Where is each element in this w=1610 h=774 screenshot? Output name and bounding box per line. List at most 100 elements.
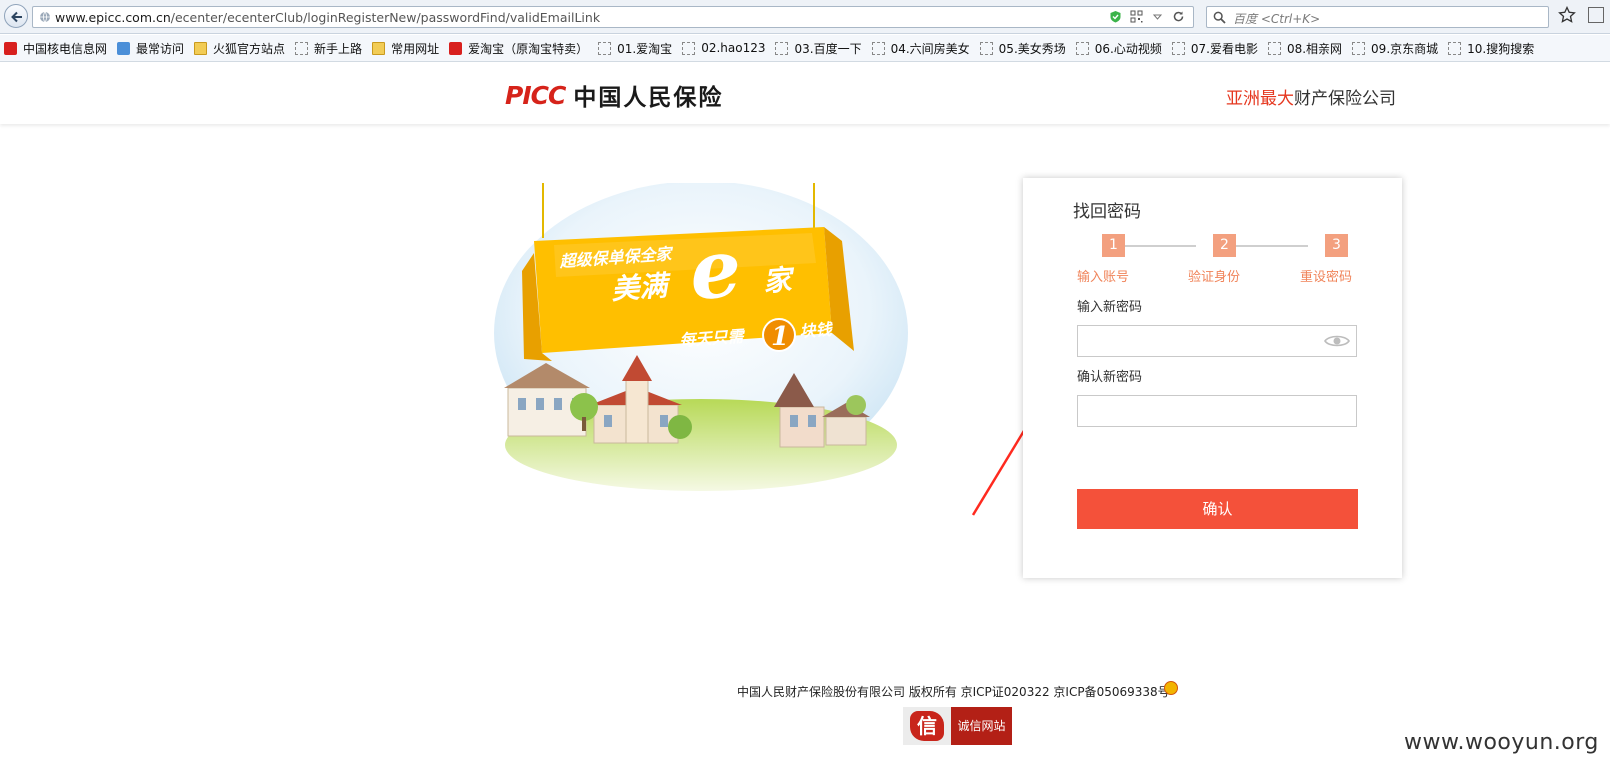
bookmark-item[interactable]: 01.爱淘宝 — [598, 40, 672, 57]
page-icon — [1171, 41, 1185, 55]
card-title: 找回密码 — [1073, 202, 1141, 222]
banner-line2: 美满 — [610, 269, 673, 306]
watermark-text: www.wooyun.org — [1404, 730, 1599, 755]
bookmark-label: 06.心动视频 — [1094, 41, 1162, 56]
back-arrow-icon — [11, 11, 22, 23]
trust-logo-char: 信 — [910, 711, 944, 741]
site-favicon-icon — [117, 41, 131, 55]
bookmark-label: 最常访问 — [136, 41, 185, 56]
new-password-label: 输入新密码 — [1077, 300, 1143, 315]
banner-big-e: e — [687, 221, 744, 318]
step-1-label: 输入账号 — [1077, 270, 1130, 285]
page-icon — [1448, 41, 1462, 55]
url-host: www.epicc.com.cn — [55, 10, 171, 25]
page-icon — [598, 41, 612, 55]
picc-logo[interactable]: PICC 中国人民保险 — [505, 78, 723, 112]
trust-site-badge[interactable]: 信 诚信网站 — [903, 707, 1012, 745]
confirm-password-input[interactable] — [1077, 395, 1357, 427]
page-icon — [871, 41, 885, 55]
search-bar[interactable]: 百度 <Ctrl+K> — [1206, 6, 1549, 28]
bookmark-item[interactable]: 04.六间房美女 — [871, 40, 970, 57]
footer-copyright: 中国人民财产保险股份有限公司 版权所有 京ICP证020322 京ICP备050… — [737, 685, 1170, 699]
bookmark-item[interactable]: 10.搜狗搜索 — [1448, 40, 1534, 57]
bookmark-item[interactable]: 火狐官方站点 — [194, 40, 285, 57]
bookmark-label: 中国核电信息网 — [23, 41, 108, 56]
bookmark-label: 新手上路 — [314, 41, 363, 56]
browser-navbar: www.epicc.com.cn/ecenter/ecenterClub/log… — [0, 0, 1610, 34]
bookmark-label: 09.京东商城 — [1371, 41, 1439, 56]
search-icon — [1213, 11, 1226, 24]
bookmark-item[interactable]: 中国核电信息网 — [4, 40, 107, 57]
bookmark-label: 08.相亲网 — [1286, 41, 1343, 56]
page-icon — [1075, 41, 1089, 55]
bookmark-item[interactable]: 02.hao123 — [682, 41, 765, 55]
step-1-badge: 1 — [1102, 234, 1125, 257]
bookmark-item[interactable]: 06.心动视频 — [1075, 40, 1162, 57]
bookmark-label: 04.六间房美女 — [890, 41, 970, 56]
police-badge-icon[interactable] — [1164, 681, 1178, 695]
dropdown-icon[interactable] — [1151, 10, 1164, 23]
bookmark-label: 02.hao123 — [701, 41, 766, 55]
step-connector-2 — [1236, 245, 1308, 247]
bookmark-label: 07.爱看电影 — [1190, 41, 1258, 56]
header-slogan: 亚洲最大财产保险公司 — [1226, 84, 1396, 109]
bookmark-label: 05.美女秀场 — [998, 41, 1066, 56]
globe-icon — [40, 11, 50, 23]
url-path: /ecenter/ecenterClub/loginRegisterNew/pa… — [170, 10, 601, 25]
bookmark-item[interactable]: 05.美女秀场 — [979, 40, 1066, 57]
address-bar[interactable]: www.epicc.com.cn/ecenter/ecenterClub/log… — [32, 6, 1194, 28]
bookmark-item[interactable]: 爱淘宝（原淘宝特卖） — [449, 40, 588, 57]
bookmark-item[interactable]: 08.相亲网 — [1267, 40, 1343, 57]
page-icon — [775, 41, 789, 55]
confirm-button[interactable]: 确认 — [1077, 489, 1358, 529]
bookmark-label: 火狐官方站点 — [213, 41, 286, 56]
page-icon — [1267, 41, 1281, 55]
search-placeholder: 百度 <Ctrl+K> — [1233, 12, 1321, 26]
site-favicon-icon — [449, 41, 463, 55]
trust-label: 诚信网站 — [951, 707, 1012, 745]
folder-icon — [194, 41, 208, 55]
step-3-badge: 3 — [1325, 234, 1348, 257]
eye-icon[interactable] — [1324, 334, 1350, 348]
bookmark-item[interactable]: 03.百度一下 — [775, 40, 862, 57]
page-icon — [1352, 41, 1366, 55]
bookmark-label: 01.爱淘宝 — [617, 41, 673, 56]
bookmark-star-icon[interactable] — [1558, 6, 1576, 24]
confirm-password-label: 确认新密码 — [1077, 370, 1143, 385]
logo-picc-text: PICC — [505, 80, 566, 110]
slogan-rest: 财产保险公司 — [1294, 89, 1396, 109]
bookmark-label: 爱淘宝（原淘宝特卖） — [468, 41, 589, 56]
reload-icon[interactable] — [1172, 10, 1185, 23]
page-icon — [979, 41, 993, 55]
page-icon — [682, 41, 696, 55]
folder-icon — [372, 41, 386, 55]
banner-number: 1 — [771, 322, 789, 352]
site-favicon-icon — [4, 41, 17, 55]
bookmark-item[interactable]: 最常访问 — [117, 40, 184, 57]
bookmarks-toolbar: 中国核电信息网 最常访问 火狐官方站点 新手上路 常用网址 爱淘宝（原淘宝特卖） 01.爱淘… — [0, 35, 1610, 62]
slogan-highlight: 亚洲最大 — [1226, 89, 1294, 109]
qr-code-icon[interactable] — [1130, 10, 1143, 23]
trust-logo-icon: 信 — [903, 707, 951, 745]
bookmark-item[interactable]: 07.爱看电影 — [1171, 40, 1258, 57]
promo-banner: 超级保单保全家 美满 e 家 每天只需 1 块钱 — [494, 183, 908, 491]
logo-chinese-text: 中国人民保险 — [573, 85, 724, 111]
bookmark-item[interactable]: 常用网址 — [372, 40, 439, 57]
bookmark-label: 常用网址 — [391, 41, 440, 56]
step-2-badge: 2 — [1213, 234, 1236, 257]
page-icon — [295, 41, 309, 55]
bookmark-label: 10.搜狗搜索 — [1467, 41, 1535, 56]
step-2-label: 验证身份 — [1188, 270, 1241, 285]
banner-line3b: 块钱 — [799, 320, 834, 341]
url-text: www.epicc.com.cn/ecenter/ecenterClub/log… — [55, 10, 600, 25]
back-button[interactable] — [4, 4, 28, 28]
shield-icon[interactable] — [1109, 10, 1122, 23]
bookmarks-menu-icon[interactable] — [1588, 7, 1604, 23]
new-password-input[interactable] — [1077, 325, 1357, 357]
step-3-label: 重设密码 — [1300, 270, 1353, 285]
site-header: PICC 中国人民保险 亚洲最大财产保险公司 — [0, 62, 1610, 124]
password-reset-card: 找回密码 1 2 3 输入账号 验证身份 重设密码 输入新密码 确认新密码 确认 — [1023, 178, 1402, 578]
bookmark-item[interactable]: 新手上路 — [295, 40, 362, 57]
step-connector-1 — [1125, 245, 1196, 247]
bookmark-item[interactable]: 09.京东商城 — [1352, 40, 1438, 57]
